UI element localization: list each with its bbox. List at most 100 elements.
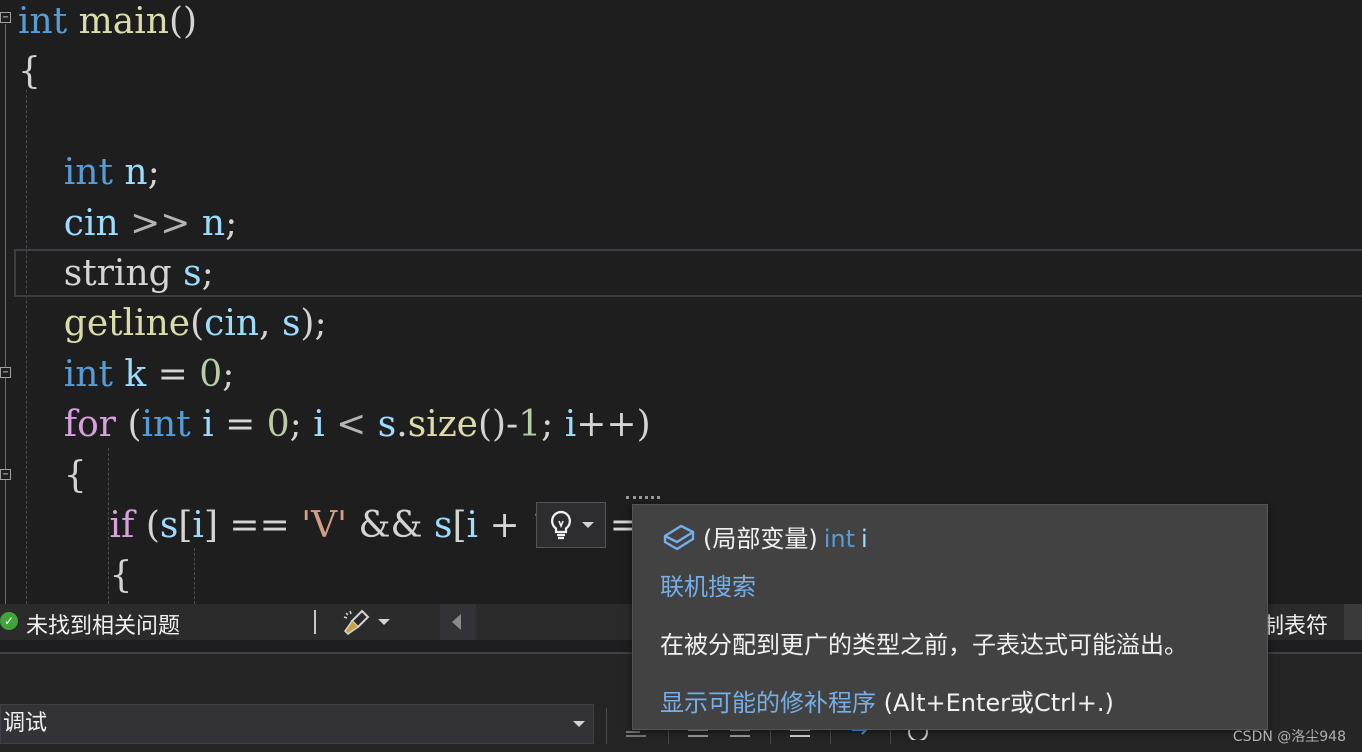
- outline-margin: [5, 24, 6, 604]
- code-token: &&: [347, 505, 434, 546]
- code-token: (: [116, 404, 142, 446]
- code-token: {: [109, 555, 133, 597]
- code-line[interactable]: {: [18, 551, 133, 601]
- divider: [314, 610, 316, 634]
- code-token: i: [466, 505, 479, 546]
- code-token: size: [407, 404, 478, 446]
- collapse-if-icon[interactable]: −: [0, 469, 11, 480]
- code-token: (: [134, 505, 160, 546]
- code-token: );: [300, 303, 327, 345]
- check-icon: ✓: [0, 612, 18, 630]
- code-token: string: [63, 253, 172, 294]
- code-token: cin: [204, 303, 260, 345]
- code-token: ;: [147, 152, 160, 194]
- output-source-value: 调试: [3, 711, 48, 736]
- code-token: (): [168, 1, 198, 42]
- code-token: (: [190, 303, 205, 345]
- quick-actions-button[interactable]: [536, 502, 606, 548]
- watermark: CSDN @洛尘948: [1232, 729, 1346, 745]
- output-source-select[interactable]: 调试: [0, 704, 594, 744]
- symbol-kind: (局部变量): [703, 525, 818, 553]
- code-token: i: [192, 505, 204, 546]
- code-token: i: [202, 404, 214, 446]
- indent-guide: [194, 548, 195, 604]
- warning-squiggle[interactable]: [626, 492, 660, 499]
- online-search-link[interactable]: 联机搜索: [660, 567, 756, 602]
- code-token: i: [313, 404, 325, 446]
- code-line[interactable]: getline(cin, s);: [18, 299, 327, 349]
- chevron-down-icon: [573, 721, 585, 727]
- collapse-main-icon[interactable]: −: [0, 12, 11, 23]
- code-token: ;: [541, 404, 565, 446]
- toolbar-divider: [606, 708, 607, 744]
- code-token: n: [201, 202, 226, 244]
- code-token: ;: [225, 202, 238, 244]
- code-line[interactable]: int n;: [18, 148, 160, 198]
- code-token: 0: [266, 404, 290, 446]
- code-token: +: [478, 505, 532, 546]
- lightbulb-icon: [551, 510, 571, 540]
- code-token: int: [141, 404, 191, 446]
- code-line[interactable]: {: [18, 47, 41, 97]
- current-line-highlight: [14, 249, 1362, 297]
- output-text-fragment: [0, 744, 200, 752]
- code-line[interactable]: int main(): [18, 0, 197, 47]
- collapse-for-icon[interactable]: −: [0, 367, 11, 378]
- code-token: [: [178, 505, 193, 546]
- code-token: ;: [289, 404, 314, 446]
- code-token: ] ==: [203, 505, 302, 546]
- overflow-warning-text: 在被分配到更广的类型之前，子表达式可能溢出。: [660, 631, 1188, 659]
- code-token: ;: [222, 353, 235, 395]
- code-token: s: [433, 505, 453, 546]
- code-token: s: [183, 253, 202, 294]
- code-line[interactable]: if (s[i] == 'V' && s[i + 1] == 'K'): [18, 501, 712, 551]
- symbol-info: (局部变量) int i: [661, 519, 868, 554]
- code-line[interactable]: {: [18, 451, 87, 501]
- show-fixes-link[interactable]: 显示可能的修补程序: [660, 689, 876, 717]
- code-cleanup-icon[interactable]: [342, 609, 372, 637]
- code-token: ()-: [477, 404, 519, 446]
- chevron-down-icon: [582, 522, 594, 528]
- code-token: [: [452, 505, 467, 546]
- symbol-name: i: [861, 525, 868, 553]
- indent-mode[interactable]: 制表符: [1262, 608, 1328, 640]
- code-token: for: [63, 404, 116, 446]
- issues-status[interactable]: 未找到相关问题: [26, 608, 180, 640]
- code-line[interactable]: int k = 0;: [18, 350, 235, 400]
- scroll-left-button[interactable]: [440, 604, 476, 640]
- code-token: >>: [130, 202, 191, 244]
- code-token: 0: [199, 353, 223, 395]
- code-line[interactable]: string s;: [18, 249, 214, 299]
- code-token: ++): [576, 404, 651, 446]
- code-token: cin: [63, 202, 119, 244]
- code-token: ;: [201, 253, 214, 294]
- code-token: main: [78, 1, 169, 42]
- fix-shortcut-hint: (Alt+Enter或Ctrl+.): [876, 689, 1114, 717]
- symbol-type: int: [823, 525, 856, 553]
- statusbar-end: [1344, 604, 1362, 640]
- chevron-down-icon[interactable]: [378, 619, 390, 625]
- code-token: =: [213, 404, 267, 446]
- code-token: =: [146, 353, 200, 395]
- code-token: int: [63, 353, 113, 395]
- code-line[interactable]: for (int i = 0; i < s.size()-1; i++): [18, 400, 651, 450]
- code-token: getline: [63, 303, 191, 345]
- code-token: s: [159, 505, 179, 546]
- quick-info-tooltip: (局部变量) int i 联机搜索 在被分配到更广的类型之前，子表达式可能溢出。 显…: [632, 504, 1268, 730]
- code-token: int: [18, 1, 68, 42]
- code-token: int: [63, 152, 113, 194]
- code-token: k: [124, 353, 147, 395]
- code-line[interactable]: cin >> n;: [18, 199, 237, 249]
- code-token: {: [63, 454, 87, 496]
